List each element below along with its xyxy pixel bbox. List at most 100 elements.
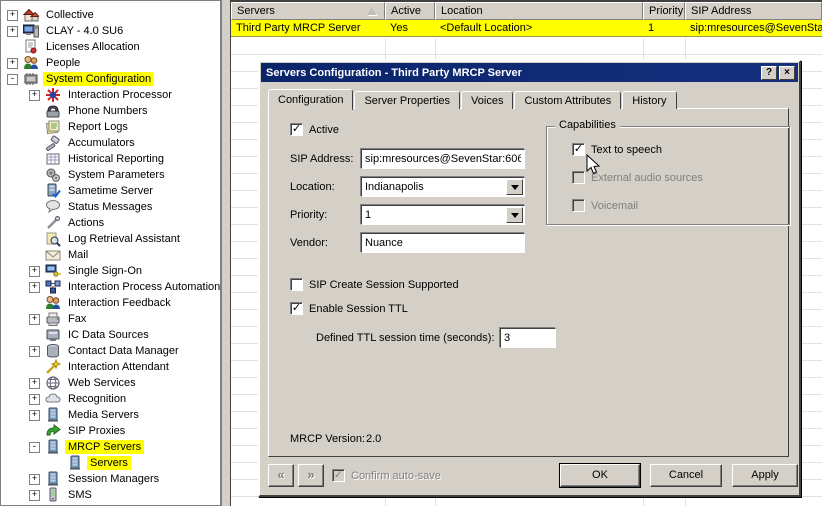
tree-item-label[interactable]: CLAY - 4.0 SU6 xyxy=(43,24,126,38)
tree-item-clay-4-0-su6[interactable]: + CLAY - 4.0 SU6 xyxy=(1,23,220,39)
tree-item-sms[interactable]: + SMS xyxy=(1,487,220,503)
tree-item-label[interactable]: System Parameters xyxy=(65,168,168,182)
location-dropdown[interactable]: Indianapolis xyxy=(361,177,525,197)
expand-plus-icon[interactable]: + xyxy=(29,282,40,293)
tree-item-label[interactable]: Web Services xyxy=(65,376,139,390)
expand-plus-icon[interactable]: + xyxy=(29,266,40,277)
expand-plus-icon[interactable]: + xyxy=(29,490,40,501)
tree-item-label[interactable]: Status Messages xyxy=(65,200,155,214)
enable-session-ttl-checkbox[interactable]: ✓ xyxy=(290,302,303,315)
confirm-autosave-checkbox[interactable]: ✓ xyxy=(332,469,345,482)
tree-item-label[interactable]: Interaction Feedback xyxy=(65,296,174,310)
tree-item-servers[interactable]: Servers xyxy=(1,455,220,471)
tree-item-label[interactable]: Log Retrieval Assistant xyxy=(65,232,183,246)
tree-item-accumulators[interactable]: Accumulators xyxy=(1,135,220,151)
previous-record-button[interactable]: « xyxy=(268,464,294,487)
ok-button[interactable]: OK xyxy=(560,464,640,487)
tree-item-label[interactable]: Actions xyxy=(65,216,107,230)
tab-configuration[interactable]: Configuration xyxy=(268,89,353,110)
capability-checkbox[interactable]: ✓ xyxy=(572,143,585,156)
tree-item-label[interactable]: Media Servers xyxy=(65,408,142,422)
expand-plus-icon[interactable]: + xyxy=(29,474,40,485)
tree-item-people[interactable]: + People xyxy=(1,55,220,71)
tree-item-label[interactable]: Historical Reporting xyxy=(65,152,167,166)
column-header-sip-address[interactable]: SIP Address xyxy=(685,2,822,20)
tree-item-label[interactable]: Session Managers xyxy=(65,472,162,486)
tree-item-report-logs[interactable]: Report Logs xyxy=(1,119,220,135)
tree-item-label[interactable]: Interaction Attendant xyxy=(65,360,172,374)
tree-item-label[interactable]: Licenses Allocation xyxy=(43,40,143,54)
tree-item-label[interactable]: Recognition xyxy=(65,392,129,406)
sip-create-session-checkbox[interactable] xyxy=(290,278,303,291)
expand-plus-icon[interactable]: + xyxy=(7,10,18,21)
active-checkbox[interactable]: ✓ xyxy=(290,123,303,136)
table-cell[interactable]: 1 xyxy=(643,20,685,36)
tree-item-sametime-server[interactable]: Sametime Server xyxy=(1,183,220,199)
expand-plus-icon[interactable]: + xyxy=(7,58,18,69)
tree-item-label[interactable]: SMS xyxy=(65,488,95,502)
tree-item-label[interactable]: Accumulators xyxy=(65,136,138,150)
vendor-input[interactable] xyxy=(361,233,525,253)
tree-item-label[interactable]: Servers xyxy=(87,456,131,470)
tree-item-log-retrieval-assistant[interactable]: Log Retrieval Assistant xyxy=(1,231,220,247)
tree-item-system-configuration[interactable]: -System Configuration xyxy=(1,71,220,87)
table-cell[interactable]: sip:mresources@SevenStar:6060 xyxy=(685,20,822,36)
tree-item-fax[interactable]: + Fax xyxy=(1,311,220,327)
tree-item-label[interactable]: Interaction Process Automation xyxy=(65,280,222,294)
tab-voices[interactable]: Voices xyxy=(461,91,513,109)
tree-item-label[interactable]: Interaction Processor xyxy=(65,88,175,102)
active-checkbox-row[interactable]: ✓ Active xyxy=(290,123,339,136)
tree-item-ic-data-sources[interactable]: IC Data Sources xyxy=(1,327,220,343)
tree-item-label[interactable]: Mail xyxy=(65,248,91,262)
expand-plus-icon[interactable]: + xyxy=(29,394,40,405)
tree-item-recognition[interactable]: + Recognition xyxy=(1,391,220,407)
tree-item-interaction-processor[interactable]: + Interaction Processor xyxy=(1,87,220,103)
dialog-titlebar[interactable]: Servers Configuration - Third Party MRCP… xyxy=(261,63,798,82)
tree-item-interaction-feedback[interactable]: Interaction Feedback xyxy=(1,295,220,311)
navigation-tree[interactable]: + Collective + CLAY - 4.0 SU6 Licenses Alloc… xyxy=(0,0,222,506)
enable-session-ttl-row[interactable]: ✓ Enable Session TTL xyxy=(290,302,408,315)
tree-item-status-messages[interactable]: Status Messages xyxy=(1,199,220,215)
table-cell[interactable]: Yes xyxy=(385,20,435,36)
tab-history[interactable]: History xyxy=(622,91,676,109)
tree-item-actions[interactable]: Actions xyxy=(1,215,220,231)
panel-splitter[interactable] xyxy=(222,0,230,506)
tab-server-properties[interactable]: Server Properties xyxy=(354,91,460,109)
tree-item-label[interactable]: Report Logs xyxy=(65,120,131,134)
tree-item-system-parameters[interactable]: System Parameters xyxy=(1,167,220,183)
expand-plus-icon[interactable]: + xyxy=(29,90,40,101)
tree-item-mrcp-servers[interactable]: - MRCP Servers xyxy=(1,439,220,455)
collapse-minus-icon[interactable]: - xyxy=(29,442,40,453)
next-record-button[interactable]: » xyxy=(298,464,324,487)
tree-item-label[interactable]: MRCP Servers xyxy=(65,440,144,454)
tree-item-label[interactable]: SIP Proxies xyxy=(65,424,128,438)
tree-item-label[interactable]: Sametime Server xyxy=(65,184,156,198)
help-button[interactable]: ? xyxy=(761,66,777,80)
sip-create-session-row[interactable]: SIP Create Session Supported xyxy=(290,278,459,291)
expand-plus-icon[interactable]: + xyxy=(29,378,40,389)
chevron-down-icon[interactable] xyxy=(506,207,523,223)
chevron-down-icon[interactable] xyxy=(506,179,523,195)
tree-item-phone-numbers[interactable]: Phone Numbers xyxy=(1,103,220,119)
tree-item-label[interactable]: Collective xyxy=(43,8,97,22)
tree-item-single-sign-on[interactable]: +Single Sign-On xyxy=(1,263,220,279)
tree-item-label[interactable]: Contact Data Manager xyxy=(65,344,182,358)
tree-item-licenses-allocation[interactable]: Licenses Allocation xyxy=(1,39,220,55)
expand-plus-icon[interactable]: + xyxy=(29,314,40,325)
table-row[interactable]: Third Party MRCP ServerYes<Default Locat… xyxy=(231,20,822,37)
apply-button[interactable]: Apply xyxy=(732,464,798,487)
table-cell[interactable]: Third Party MRCP Server xyxy=(231,20,385,36)
tab-custom-attributes[interactable]: Custom Attributes xyxy=(514,91,621,109)
tree-item-label[interactable]: People xyxy=(43,56,83,70)
tree-item-interaction-process-automation[interactable]: + Interaction Process Automation xyxy=(1,279,220,295)
sip-address-input[interactable] xyxy=(361,149,525,169)
cancel-button[interactable]: Cancel xyxy=(650,464,722,487)
close-button[interactable]: × xyxy=(779,66,795,80)
expand-plus-icon[interactable]: + xyxy=(7,26,18,37)
column-header-priority[interactable]: Priority xyxy=(643,2,685,20)
tree-item-media-servers[interactable]: +Media Servers xyxy=(1,407,220,423)
tree-item-historical-reporting[interactable]: Historical Reporting xyxy=(1,151,220,167)
tree-item-label[interactable]: Fax xyxy=(65,312,89,326)
priority-dropdown[interactable]: 1 xyxy=(361,205,525,225)
tree-item-collective[interactable]: + Collective xyxy=(1,7,220,23)
